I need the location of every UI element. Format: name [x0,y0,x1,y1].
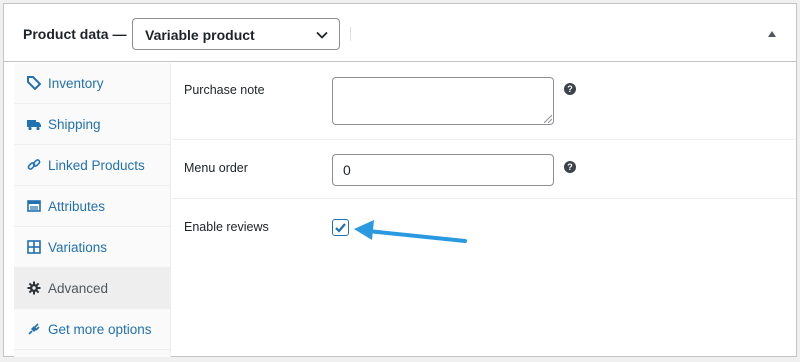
product-data-panel: Product data — Variable product Inventor… [3,3,797,357]
gear-icon [27,281,41,295]
tab-label: Attributes [48,199,106,214]
tab-label: Linked Products [48,158,145,173]
tab-label: Shipping [48,117,101,132]
product-data-tabs: Inventory Shipping Linked Products Attri… [14,63,171,357]
product-data-header: Product data — Variable product [4,4,796,62]
enable-reviews-checkbox[interactable] [332,219,349,236]
tag-icon [27,76,41,90]
header-separator [350,27,351,41]
tab-advanced[interactable]: Advanced [14,268,171,309]
tab-label: Advanced [48,281,109,296]
product-type-value: Variable product [145,27,255,43]
checkmark-icon [335,223,346,233]
menu-order-input[interactable]: 0 [332,154,554,186]
enable-reviews-row: Enable reviews [172,199,796,259]
product-data-title: Product data — [23,26,127,42]
chevron-down-icon [316,31,328,39]
collapse-toggle-icon[interactable] [768,31,776,37]
tab-get-more-options[interactable]: Get more options [14,309,171,350]
advanced-options-panel: Purchase note ? Menu order 0 ? Enable re… [172,63,796,357]
grid-icon [27,240,41,254]
enable-reviews-label: Enable reviews [184,220,269,234]
menu-order-value: 0 [343,162,351,178]
menu-order-row: Menu order 0 ? [172,140,796,199]
tab-variations[interactable]: Variations [14,227,171,268]
tab-label: Inventory [48,76,104,91]
purchase-note-label: Purchase note [184,83,265,97]
plug-icon [28,323,40,335]
tab-shipping[interactable]: Shipping [14,104,171,145]
product-type-select[interactable]: Variable product [132,18,340,50]
purchase-note-textarea[interactable] [332,77,554,125]
tab-attributes[interactable]: Attributes [14,186,171,227]
truck-icon [27,120,41,131]
annotation-arrow-icon [354,220,467,243]
tab-label: Variations [48,240,108,255]
purchase-note-row: Purchase note ? [172,63,796,140]
menu-order-label: Menu order [184,161,248,175]
tab-inventory[interactable]: Inventory [14,63,171,104]
help-icon[interactable]: ? [564,83,576,95]
tab-label: Get more options [48,322,152,337]
link-icon [27,159,41,170]
resize-handle-icon[interactable] [544,115,552,123]
list-icon [27,200,41,212]
tab-linked-products[interactable]: Linked Products [14,145,171,186]
help-icon[interactable]: ? [564,161,576,173]
